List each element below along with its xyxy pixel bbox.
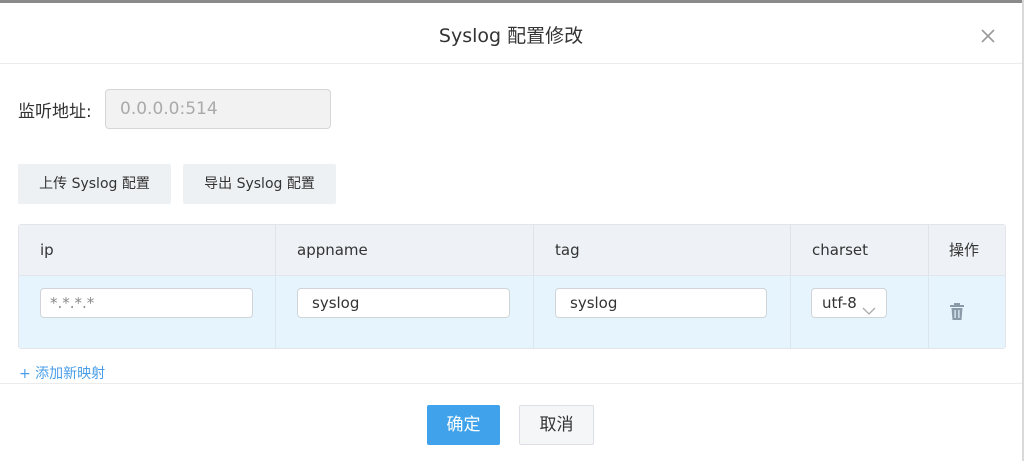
cell-charset: utf-8 bbox=[791, 276, 929, 348]
tag-input[interactable] bbox=[555, 288, 767, 318]
upload-syslog-config-button[interactable]: 上传 Syslog 配置 bbox=[18, 164, 171, 204]
column-header-tag: tag bbox=[534, 225, 791, 276]
appname-input[interactable] bbox=[297, 288, 510, 318]
listen-address-label: 监听地址: bbox=[18, 101, 92, 122]
close-icon[interactable] bbox=[978, 26, 998, 46]
add-mapping-link[interactable]: + 添加新映射 bbox=[19, 363, 105, 383]
mapping-table: ip appname tag charset 操作 utf-8 bbox=[18, 224, 1006, 349]
export-syslog-config-button[interactable]: 导出 Syslog 配置 bbox=[183, 164, 336, 204]
charset-value: utf-8 bbox=[822, 294, 857, 312]
cell-actions bbox=[929, 276, 1005, 348]
trash-icon[interactable] bbox=[949, 303, 965, 325]
cell-tag bbox=[534, 276, 791, 348]
listen-address-input[interactable] bbox=[105, 89, 331, 129]
footer-divider bbox=[0, 383, 1022, 384]
column-header-actions: 操作 bbox=[949, 241, 980, 259]
dialog-header: Syslog 配置修改 bbox=[0, 3, 1022, 64]
table-header: ip appname tag charset 操作 bbox=[19, 225, 1005, 276]
charset-select[interactable]: utf-8 bbox=[811, 288, 887, 318]
column-header-appname: appname bbox=[276, 225, 534, 276]
ip-input[interactable] bbox=[40, 288, 253, 318]
column-header-ip: ip bbox=[19, 225, 276, 276]
dialog-title: Syslog 配置修改 bbox=[438, 25, 584, 47]
column-header-charset: charset bbox=[791, 225, 929, 276]
cell-ip bbox=[19, 276, 276, 348]
confirm-button[interactable]: 确定 bbox=[427, 405, 500, 445]
cell-appname bbox=[276, 276, 534, 348]
table-row: utf-8 bbox=[19, 276, 1005, 348]
listen-address-row: 监听地址: bbox=[18, 89, 331, 129]
cancel-button[interactable]: 取消 bbox=[519, 405, 594, 445]
chevron-down-icon bbox=[862, 297, 876, 325]
